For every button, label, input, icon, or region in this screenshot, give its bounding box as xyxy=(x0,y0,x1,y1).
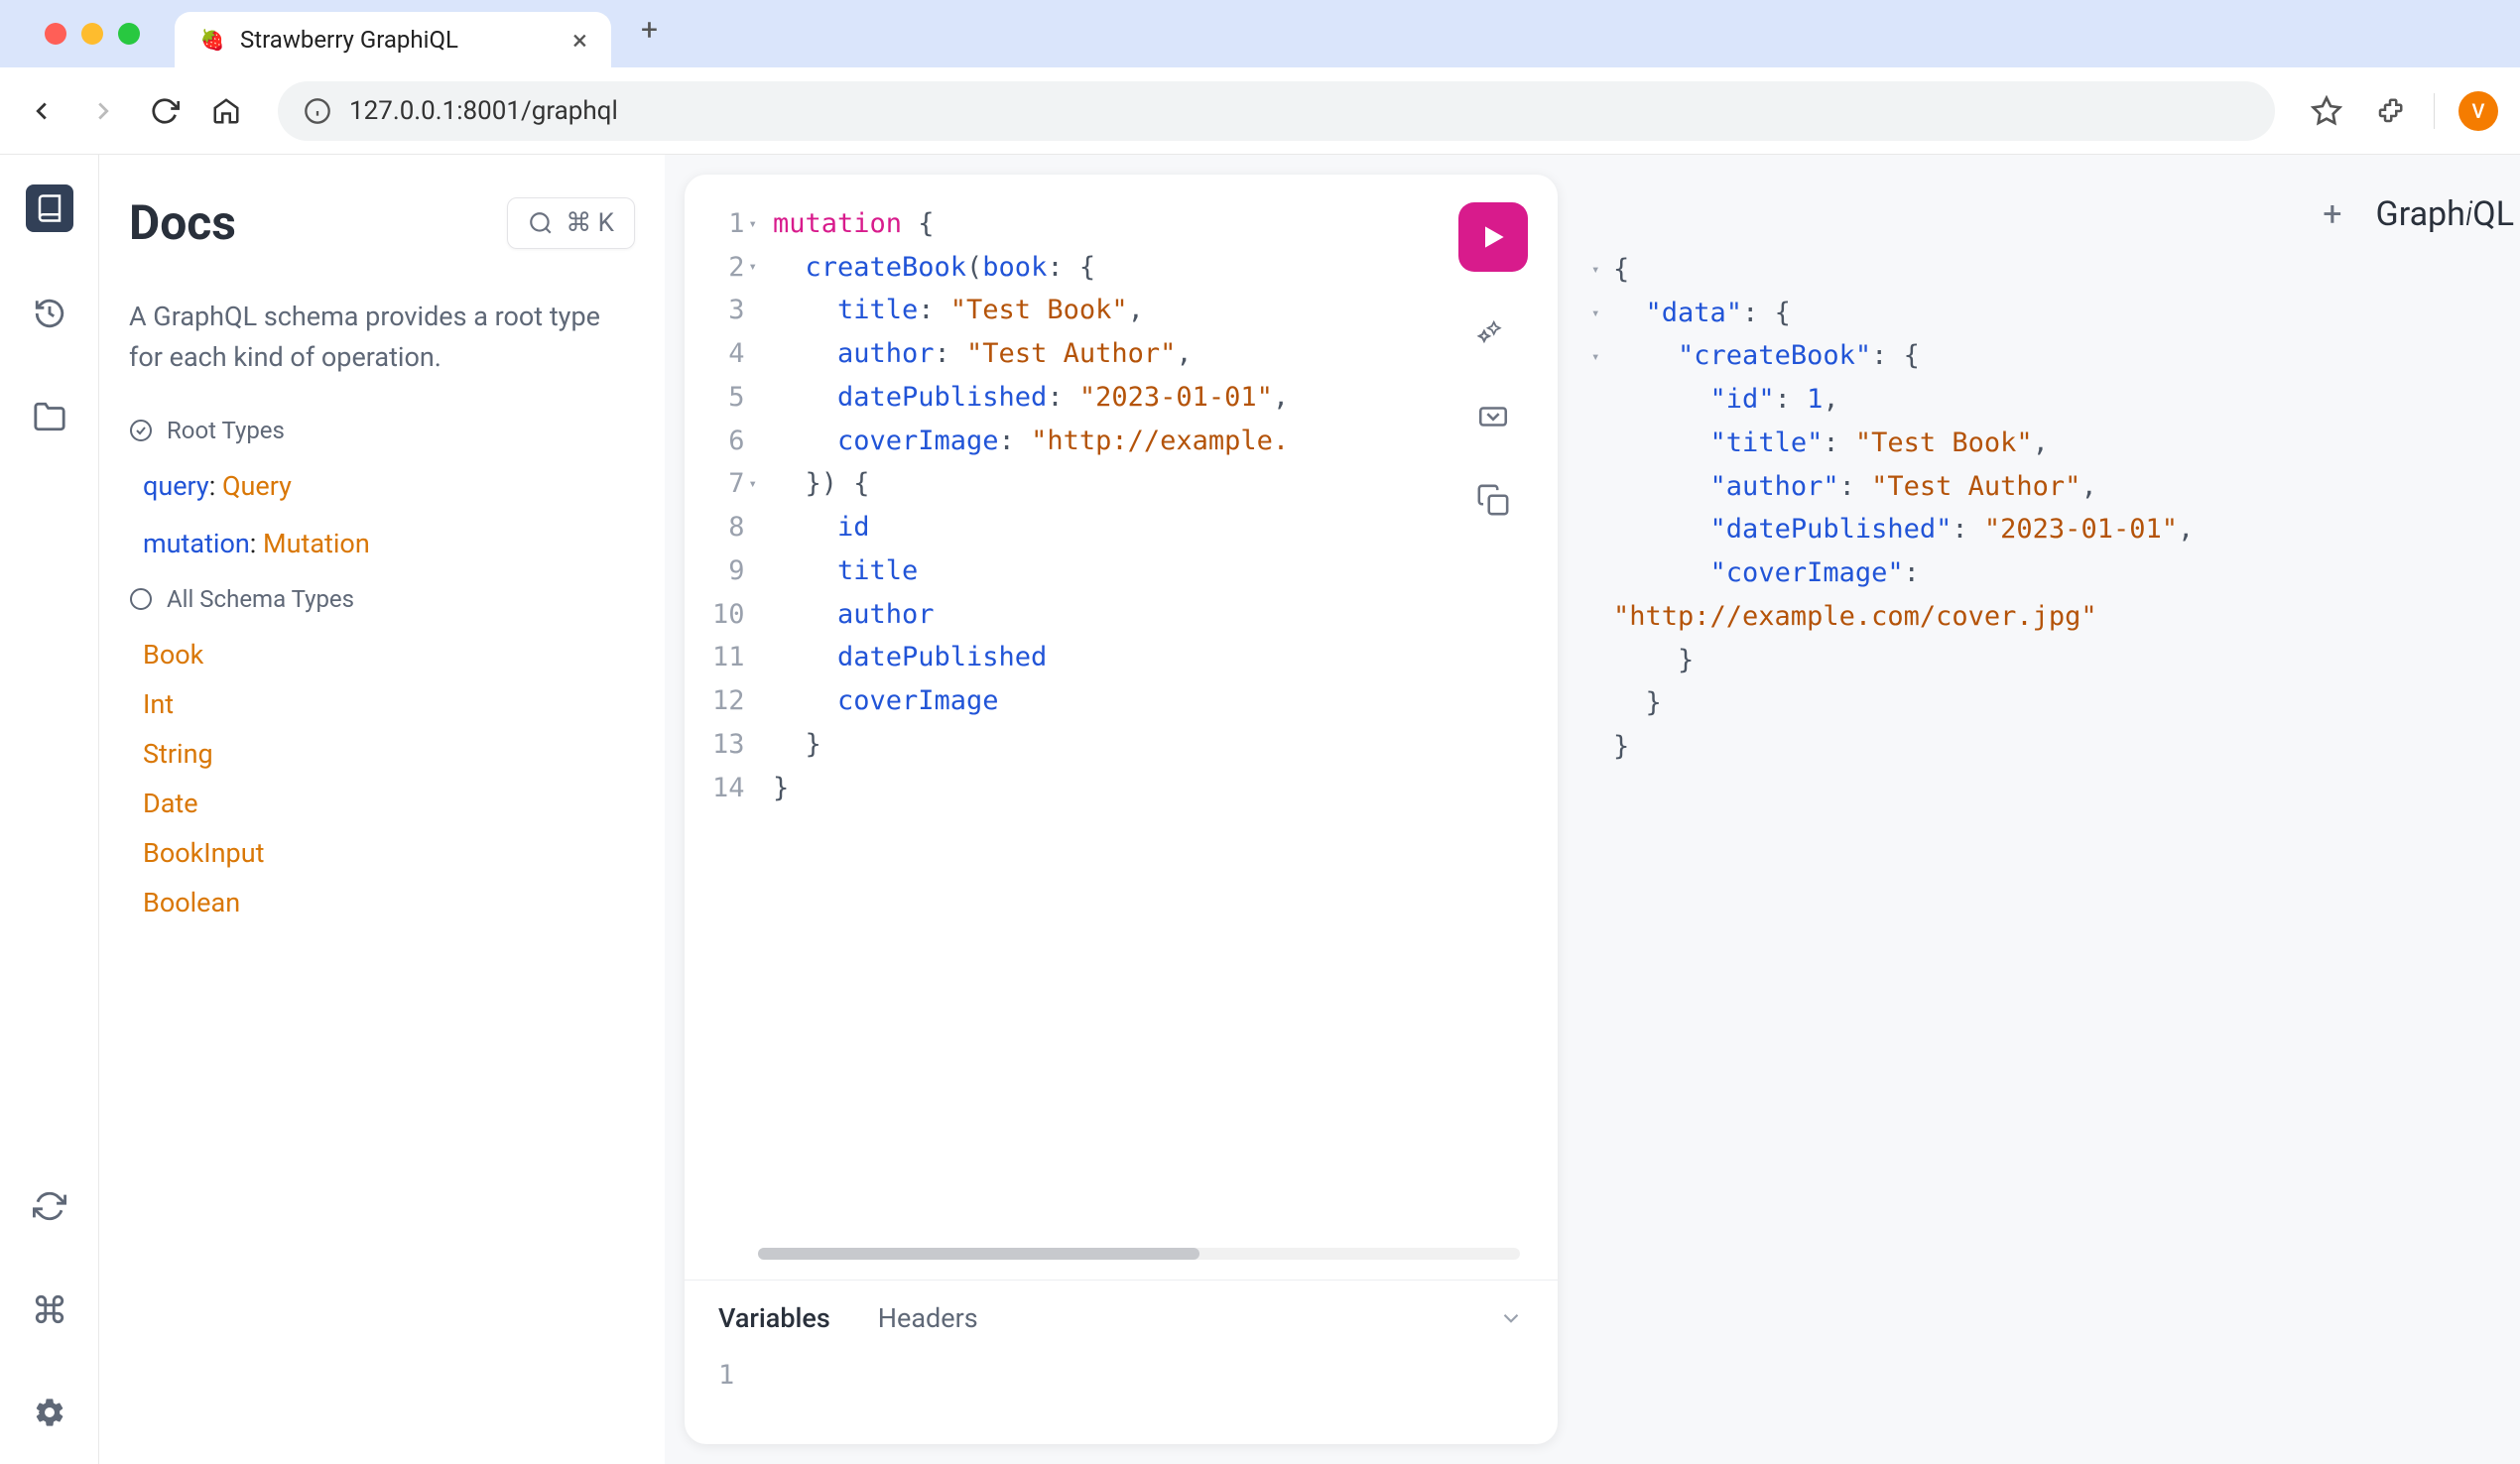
response-pane: + GraphiQL ▾{▾ "data": {▾ "createBook": … xyxy=(1558,175,2520,1464)
extensions-icon[interactable] xyxy=(2370,91,2410,131)
run-button[interactable] xyxy=(1458,202,1528,272)
browser-toolbar: 127.0.0.1:8001/graphql V xyxy=(0,67,2520,155)
query-editor[interactable]: mutation { createBook(book: { title: "Te… xyxy=(773,202,1289,1218)
horizontal-scrollbar[interactable] xyxy=(758,1248,1520,1260)
profile-avatar[interactable]: V xyxy=(2458,91,2498,131)
schema-type-link[interactable]: Boolean xyxy=(143,887,635,918)
settings-icon[interactable] xyxy=(28,1391,71,1434)
window-minimize-button[interactable] xyxy=(81,23,103,45)
root-types-label: Root Types xyxy=(167,417,285,444)
merge-icon[interactable] xyxy=(1471,395,1515,438)
play-icon xyxy=(1477,221,1509,253)
all-schema-types-label: All Schema Types xyxy=(167,585,354,613)
docs-title: Docs xyxy=(129,194,236,251)
home-button[interactable] xyxy=(206,91,246,131)
new-tab-button[interactable]: + xyxy=(641,13,658,56)
line-gutter: 1▾2▾3 4 5 6 7▾8 9 10 11 12 13 14 xyxy=(712,202,773,1218)
editor-area: 1▾2▾3 4 5 6 7▾8 9 10 11 12 13 14 mutatio… xyxy=(665,155,2520,1464)
root-types-section-header: Root Types xyxy=(129,417,635,444)
variables-editor[interactable]: 1 xyxy=(685,1334,1558,1416)
tab-headers[interactable]: Headers xyxy=(878,1302,978,1334)
url-text: 127.0.0.1:8001/graphql xyxy=(349,96,618,126)
query-editor-card: 1▾2▾3 4 5 6 7▾8 9 10 11 12 13 14 mutatio… xyxy=(685,175,1558,1444)
graphiql-logo: GraphiQL xyxy=(2376,194,2514,234)
schema-type-link[interactable]: String xyxy=(143,738,635,770)
sidebar xyxy=(0,155,99,1464)
response-viewer[interactable]: ▾{▾ "data": {▾ "createBook": { "id": 1, … xyxy=(1577,234,2520,769)
window-maximize-button[interactable] xyxy=(118,23,140,45)
search-icon xyxy=(528,210,554,236)
tab-variables[interactable]: Variables xyxy=(718,1302,830,1334)
tab-favicon: 🍓 xyxy=(198,26,226,54)
tab-title: Strawberry GraphiQL xyxy=(240,26,559,54)
forward-button[interactable] xyxy=(83,91,123,131)
history-icon[interactable] xyxy=(28,292,71,335)
search-shortcut-label: ⌘ K xyxy=(566,208,614,238)
site-info-icon[interactable] xyxy=(304,97,331,125)
address-bar[interactable]: 127.0.0.1:8001/graphql xyxy=(278,81,2275,141)
section-toggle-icon[interactable] xyxy=(129,419,153,442)
prettify-icon[interactable] xyxy=(1471,311,1515,355)
schema-type-link[interactable]: Book xyxy=(143,639,635,671)
graphiql-app: Docs ⌘ K A GraphQL schema provides a roo… xyxy=(0,155,2520,1464)
refetch-icon[interactable] xyxy=(28,1184,71,1228)
editor-toolbar xyxy=(1458,202,1528,522)
reload-button[interactable] xyxy=(145,91,185,131)
docs-description: A GraphQL schema provides a root type fo… xyxy=(129,297,635,377)
chevron-down-icon[interactable] xyxy=(1498,1305,1524,1331)
browser-tab-strip: 🍓 Strawberry GraphiQL × + xyxy=(0,0,2520,67)
root-type-row[interactable]: query: Query xyxy=(143,470,635,502)
tab-close-icon[interactable]: × xyxy=(572,24,587,57)
root-type-row[interactable]: mutation: Mutation xyxy=(143,528,635,559)
all-schema-types-section-header: All Schema Types xyxy=(129,585,635,613)
scrollbar-thumb[interactable] xyxy=(758,1248,1199,1260)
window-close-button[interactable] xyxy=(45,23,66,45)
browser-tab[interactable]: 🍓 Strawberry GraphiQL × xyxy=(175,12,611,67)
docs-panel: Docs ⌘ K A GraphQL schema provides a roo… xyxy=(99,155,665,1464)
schema-type-link[interactable]: Int xyxy=(143,688,635,720)
shortcuts-icon[interactable] xyxy=(28,1287,71,1331)
schema-type-link[interactable]: BookInput xyxy=(143,837,635,869)
editor-bottom-tabs: Variables Headers xyxy=(685,1280,1558,1334)
window-controls xyxy=(30,3,155,64)
docs-icon[interactable] xyxy=(26,184,73,232)
search-shortcut-button[interactable]: ⌘ K xyxy=(507,197,635,249)
new-session-tab-button[interactable]: + xyxy=(2323,194,2341,234)
schema-type-link[interactable]: Date xyxy=(143,788,635,819)
bookmark-star-icon[interactable] xyxy=(2307,91,2346,131)
section-toggle-icon[interactable] xyxy=(129,587,153,611)
toolbar-divider xyxy=(2434,93,2435,129)
copy-icon[interactable] xyxy=(1471,478,1515,522)
back-button[interactable] xyxy=(22,91,62,131)
explorer-icon[interactable] xyxy=(28,395,71,438)
